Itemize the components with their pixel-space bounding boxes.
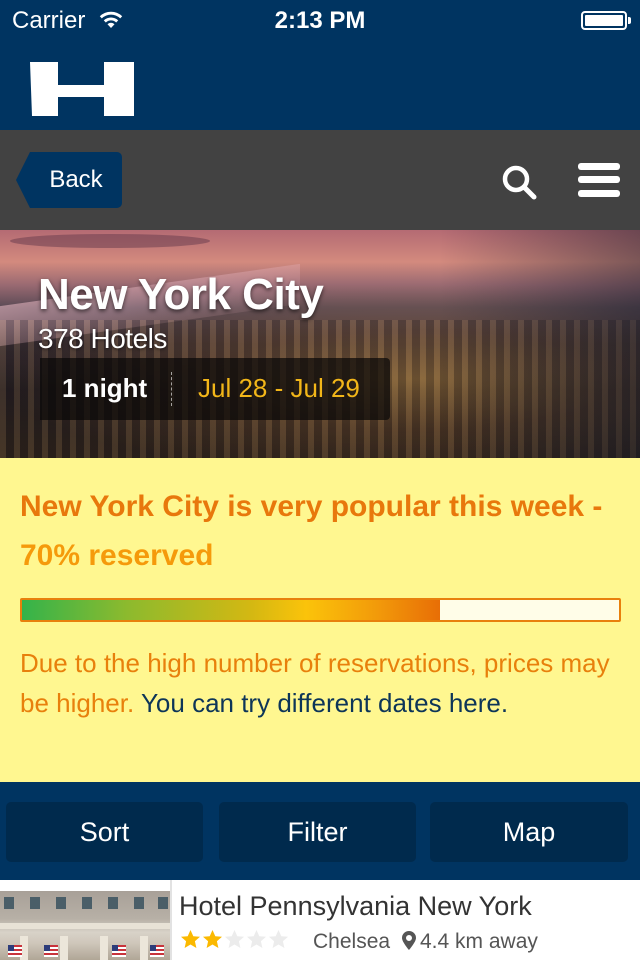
nights-count: 1 night [62, 373, 148, 403]
star-filled-icon [181, 930, 200, 948]
map-button[interactable]: Map [430, 802, 628, 862]
sort-button[interactable]: Sort [6, 802, 203, 862]
app-header: Carrier 2:13 PM [0, 0, 640, 130]
hotel-name[interactable]: Hotel Pennsylvania New York [179, 891, 532, 922]
hotel-distance: 4.4 km away [420, 930, 538, 953]
location-pin-icon [402, 931, 416, 950]
reservation-progress-fill [22, 600, 440, 620]
hotel-count: 378 Hotels [38, 323, 167, 354]
star-empty-icon [269, 930, 288, 948]
dates-divider [171, 372, 172, 406]
hotel-logo-icon[interactable] [28, 62, 134, 116]
star-rating [180, 929, 290, 951]
star-empty-icon [247, 930, 266, 948]
reservation-progress-bar [20, 598, 621, 622]
search-icon[interactable] [500, 163, 540, 203]
hotel-neighborhood: Chelsea [313, 930, 391, 953]
popularity-headline: New York City is very popular this week … [20, 482, 620, 580]
photo-divider [170, 880, 172, 960]
star-filled-icon [203, 930, 222, 948]
back-button[interactable]: Back [16, 152, 122, 208]
battery-icon [581, 11, 627, 30]
notice-body: Due to the high number of reservations, … [20, 643, 620, 723]
navigation-bar: Back [0, 130, 640, 230]
battery-tip [628, 17, 631, 24]
clock: 2:13 PM [274, 7, 366, 34]
date-range[interactable]: Jul 28 - Jul 29 [198, 373, 360, 404]
reserved-percent: 70% reserved [20, 539, 214, 572]
hotel-photo[interactable] [0, 891, 170, 960]
city-title: New York City [38, 270, 324, 319]
back-label: Back [49, 166, 103, 193]
headline-text: New York City is very popular this week … [20, 490, 603, 523]
change-dates-link[interactable]: You can try different dates here. [141, 688, 508, 718]
filter-button[interactable]: Filter [219, 802, 416, 862]
star-empty-icon [225, 930, 244, 948]
hamburger-menu-icon[interactable] [578, 162, 622, 198]
status-bar: Carrier 2:13 PM [0, 0, 640, 40]
